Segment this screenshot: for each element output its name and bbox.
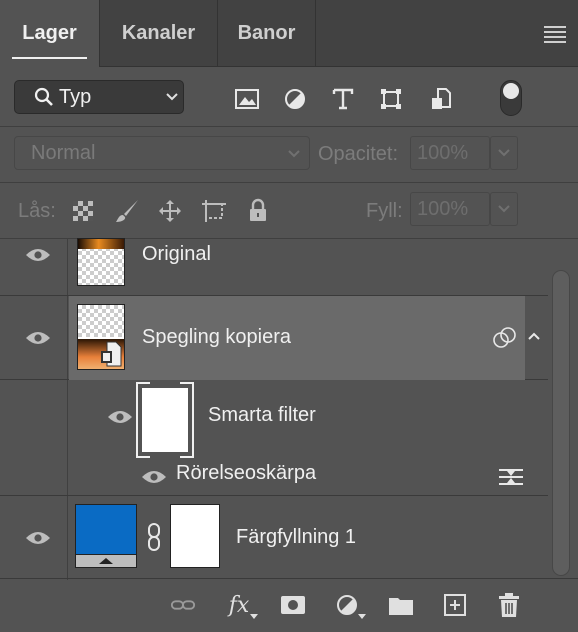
divider (0, 126, 578, 127)
opacity-field[interactable]: 100% (410, 136, 490, 170)
filter-selected-label: Typ (59, 85, 92, 108)
layer-name[interactable]: Original (142, 243, 211, 266)
layer-row-spegling-kopiera[interactable]: Spegling kopiera (0, 296, 548, 380)
thumbnail-image-strip (78, 239, 124, 249)
panel-menu-icon[interactable] (544, 26, 566, 43)
layer-name[interactable]: Färgfyllning 1 (236, 526, 356, 549)
chevron-down-icon (166, 93, 178, 101)
visibility-column (0, 380, 68, 440)
delete-layer-trash-icon[interactable] (496, 592, 522, 618)
divider (0, 182, 578, 183)
layer-filter-select[interactable]: Typ (14, 80, 184, 114)
selected-row-highlight (69, 296, 525, 380)
lock-image-pixels-icon[interactable] (114, 198, 140, 229)
lock-artboard-icon[interactable] (200, 198, 228, 229)
toggle-knob (503, 83, 519, 99)
eye-icon[interactable] (25, 247, 51, 263)
fill-layer-thumbnail (75, 504, 137, 568)
layer-row-smarta-filter[interactable]: Smarta filter (0, 380, 548, 458)
layer-row-fargfyllning-1[interactable]: Färgfyllning 1 (0, 496, 548, 580)
filter-blending-options-icon[interactable] (498, 467, 524, 487)
type-filter-icon[interactable] (330, 86, 356, 112)
opacity-value: 100% (417, 141, 469, 164)
smart-object-filter-icon[interactable] (428, 86, 454, 112)
image-filter-icon[interactable] (234, 86, 260, 112)
layer-name[interactable]: Smarta filter (208, 404, 316, 427)
search-icon (34, 87, 53, 106)
visibility-column (0, 440, 68, 495)
chevron-up-icon[interactable] (526, 330, 542, 342)
fill-indicator-icon (99, 558, 113, 564)
lock-label: Lås: (18, 200, 56, 222)
tab-label: Lager (22, 22, 77, 44)
lock-transparent-pixels-icon[interactable] (72, 200, 94, 227)
new-layer-icon[interactable] (442, 592, 468, 618)
link-icon[interactable] (146, 522, 162, 552)
smart-filter-effects-icon[interactable] (492, 326, 518, 350)
thumbnail-transparency (78, 305, 124, 337)
layer-name[interactable]: Spegling kopiera (142, 326, 291, 349)
layer-style-fx-icon[interactable]: fx (226, 592, 258, 619)
tab-kanaler[interactable]: Kanaler (100, 0, 218, 66)
smart-object-badge-icon (101, 341, 122, 367)
eye-icon[interactable] (25, 330, 51, 346)
layer-thumbnail (77, 238, 125, 286)
fill-field[interactable]: 100% (410, 192, 490, 226)
adjustment-filter-icon[interactable] (282, 86, 308, 112)
divider (0, 578, 578, 579)
tab-bar: Lager Kanaler Banor (0, 0, 578, 67)
eye-icon[interactable] (107, 409, 133, 425)
chevron-down-icon (498, 149, 510, 157)
tab-banor[interactable]: Banor (218, 0, 316, 66)
tab-label: Kanaler (121, 21, 196, 44)
filter-toggle[interactable] (500, 80, 522, 116)
eye-icon[interactable] (141, 469, 167, 485)
layer-row-rorelseoskarpa[interactable]: Rörelseoskärpa (0, 440, 548, 496)
blend-mode-select[interactable]: Normal (14, 136, 310, 170)
shape-filter-icon[interactable] (378, 86, 404, 112)
opacity-label: Opacitet: (318, 143, 399, 165)
opacity-dropdown-button[interactable] (490, 136, 518, 170)
new-adjustment-layer-icon[interactable] (334, 592, 366, 619)
tab-label: Banor (237, 21, 296, 44)
link-layers-icon[interactable] (170, 592, 196, 618)
fill-label: Fyll: (366, 200, 403, 222)
tab-lager[interactable]: Lager (0, 0, 100, 67)
chevron-down-icon (288, 150, 300, 158)
fill-dropdown-button[interactable] (490, 192, 518, 226)
lock-position-icon[interactable] (157, 198, 183, 229)
layers-scrollbar[interactable] (552, 270, 570, 576)
layer-name[interactable]: Rörelseoskärpa (176, 462, 316, 485)
chevron-down-icon (498, 205, 510, 213)
layers-list: Original Spegling kopiera Smarta filter … (0, 238, 548, 580)
layer-thumbnail (77, 304, 125, 370)
blend-mode-label: Normal (31, 141, 96, 164)
add-mask-icon[interactable] (280, 592, 306, 618)
eye-icon[interactable] (25, 530, 51, 546)
lock-all-icon[interactable] (247, 198, 269, 227)
layer-row-original[interactable]: Original (0, 238, 548, 296)
new-group-folder-icon[interactable] (388, 592, 414, 618)
fill-value: 100% (417, 197, 469, 220)
layer-mask-thumbnail[interactable] (170, 504, 220, 568)
